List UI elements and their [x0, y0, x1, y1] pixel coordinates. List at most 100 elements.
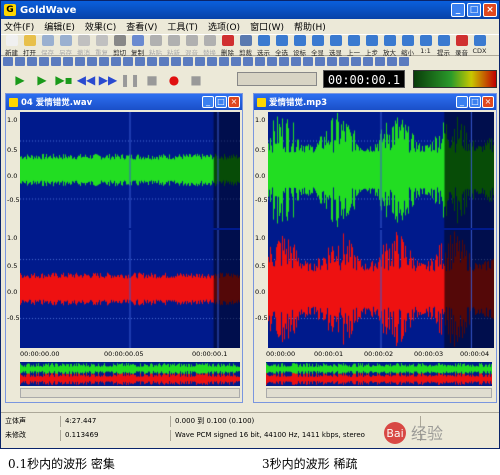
minimize-icon[interactable]: _ — [202, 96, 214, 108]
menu-window[interactable]: 窗口(W) — [250, 20, 284, 33]
toolbar-button[interactable]: 上步 — [363, 35, 380, 57]
effect-button[interactable] — [159, 57, 169, 66]
toolbar-label: 放大 — [383, 49, 396, 57]
toolbar-button[interactable]: 复制 — [129, 35, 146, 57]
maximize-icon[interactable]: □ — [469, 96, 481, 108]
effect-button[interactable] — [375, 57, 385, 66]
pause-button[interactable]: ❚❚ — [120, 72, 140, 88]
effect-button[interactable] — [3, 57, 13, 66]
effect-button[interactable] — [219, 57, 229, 66]
y-label: -0.5 — [7, 196, 20, 204]
effect-button[interactable] — [339, 57, 349, 66]
effect-button[interactable] — [15, 57, 25, 66]
toolbar-button[interactable]: 设标 — [291, 35, 308, 57]
toolbar-button[interactable]: 1:1 — [417, 35, 434, 55]
effect-button[interactable] — [75, 57, 85, 66]
toolbar-button[interactable]: 全显 — [309, 35, 326, 57]
play-selection-button[interactable]: ▶ — [33, 72, 51, 88]
play-button[interactable]: ▶ — [11, 72, 29, 88]
toolbar-button[interactable]: 粘新 — [165, 35, 182, 57]
rewind-button[interactable]: ◀◀ — [77, 72, 95, 88]
toolbar-button[interactable]: 选示 — [255, 35, 272, 57]
menu-tools[interactable]: 工具(T) — [167, 20, 198, 33]
effect-button[interactable] — [351, 57, 361, 66]
effect-button[interactable] — [135, 57, 145, 66]
toolbar-button[interactable]: 剪裁 — [237, 35, 254, 57]
toolbar-button[interactable]: 粘贴 — [147, 35, 164, 57]
stop-button[interactable]: ■ — [143, 72, 161, 88]
effect-button[interactable] — [51, 57, 61, 66]
toolbar-button[interactable]: 选显 — [327, 35, 344, 57]
record-button[interactable]: ● — [165, 72, 183, 88]
forward-button[interactable]: ▶▶ — [99, 72, 117, 88]
toolbar-button[interactable]: 打开 — [21, 35, 38, 57]
toolbar-button[interactable]: 剪切 — [111, 35, 128, 57]
time-label: 00:00:02 — [364, 350, 394, 358]
menu-options[interactable]: 选项(O) — [208, 20, 240, 33]
close-icon[interactable]: × — [482, 96, 494, 108]
effect-button[interactable] — [87, 57, 97, 66]
menu-view[interactable]: 查看(V) — [126, 20, 157, 33]
effect-button[interactable] — [27, 57, 37, 66]
effect-button[interactable] — [267, 57, 277, 66]
effect-button[interactable] — [291, 57, 301, 66]
maximize-icon[interactable]: □ — [215, 96, 227, 108]
horizontal-scrollbar[interactable] — [266, 388, 492, 398]
effect-button[interactable] — [231, 57, 241, 66]
minimize-icon[interactable]: _ — [451, 3, 465, 17]
overview-bar[interactable] — [20, 362, 240, 386]
toolbar-button[interactable]: 上一 — [345, 35, 362, 57]
effect-button[interactable] — [207, 57, 217, 66]
toolbar-button[interactable]: 混音 — [183, 35, 200, 57]
toolbar-icon — [149, 35, 162, 46]
toolbar-button[interactable]: 另存 — [57, 35, 74, 57]
maximize-icon[interactable]: □ — [467, 3, 481, 17]
toolbar-button[interactable]: 缩小 — [399, 35, 416, 57]
effect-button[interactable] — [171, 57, 181, 66]
toolbar-button[interactable]: 新建 — [3, 35, 20, 57]
effect-button[interactable] — [99, 57, 109, 66]
waveform-display[interactable] — [268, 112, 494, 348]
menu-effects[interactable]: 效果(C) — [85, 20, 116, 33]
channel-mode: 立体声 — [1, 415, 61, 427]
effect-button[interactable] — [39, 57, 49, 66]
effect-button[interactable] — [303, 57, 313, 66]
record-stop-button[interactable]: ■ — [187, 72, 205, 88]
effect-button[interactable] — [255, 57, 265, 66]
effect-button[interactable] — [387, 57, 397, 66]
effect-button[interactable] — [147, 57, 157, 66]
effect-button[interactable] — [363, 57, 373, 66]
toolbar-button[interactable]: 重复 — [93, 35, 110, 57]
toolbar-button[interactable]: 提示 — [435, 35, 452, 57]
waveform-display[interactable] — [20, 112, 240, 348]
play-custom-button[interactable]: ▶▪ — [55, 72, 73, 88]
close-icon[interactable]: × — [483, 3, 497, 17]
close-icon[interactable]: × — [228, 96, 240, 108]
toolbar-button[interactable]: CDX — [471, 35, 488, 55]
toolbar-button[interactable]: 全选 — [273, 35, 290, 57]
toolbar-button[interactable]: 保存 — [39, 35, 56, 57]
effect-button[interactable] — [123, 57, 133, 66]
toolbar-button[interactable]: 录音 — [453, 35, 470, 57]
effect-button[interactable] — [279, 57, 289, 66]
menu-edit[interactable]: 编辑(E) — [44, 20, 75, 33]
overview-bar[interactable] — [266, 362, 492, 386]
effect-button[interactable] — [243, 57, 253, 66]
effect-button[interactable] — [327, 57, 337, 66]
level-slider[interactable] — [237, 72, 317, 86]
horizontal-scrollbar[interactable] — [20, 388, 240, 398]
menu-help[interactable]: 帮助(H) — [294, 20, 326, 33]
toolbar-button[interactable]: 删除 — [219, 35, 236, 57]
effect-button[interactable] — [315, 57, 325, 66]
menu-file[interactable]: 文件(F) — [4, 20, 34, 33]
effect-button[interactable] — [183, 57, 193, 66]
effect-button[interactable] — [195, 57, 205, 66]
effect-button[interactable] — [63, 57, 73, 66]
right-channel-waveform — [268, 230, 494, 348]
toolbar-button[interactable]: 撤消 — [75, 35, 92, 57]
toolbar-button[interactable]: 放大 — [381, 35, 398, 57]
toolbar-button[interactable]: 替换 — [201, 35, 218, 57]
minimize-icon[interactable]: _ — [456, 96, 468, 108]
effect-button[interactable] — [399, 57, 409, 66]
effect-button[interactable] — [111, 57, 121, 66]
